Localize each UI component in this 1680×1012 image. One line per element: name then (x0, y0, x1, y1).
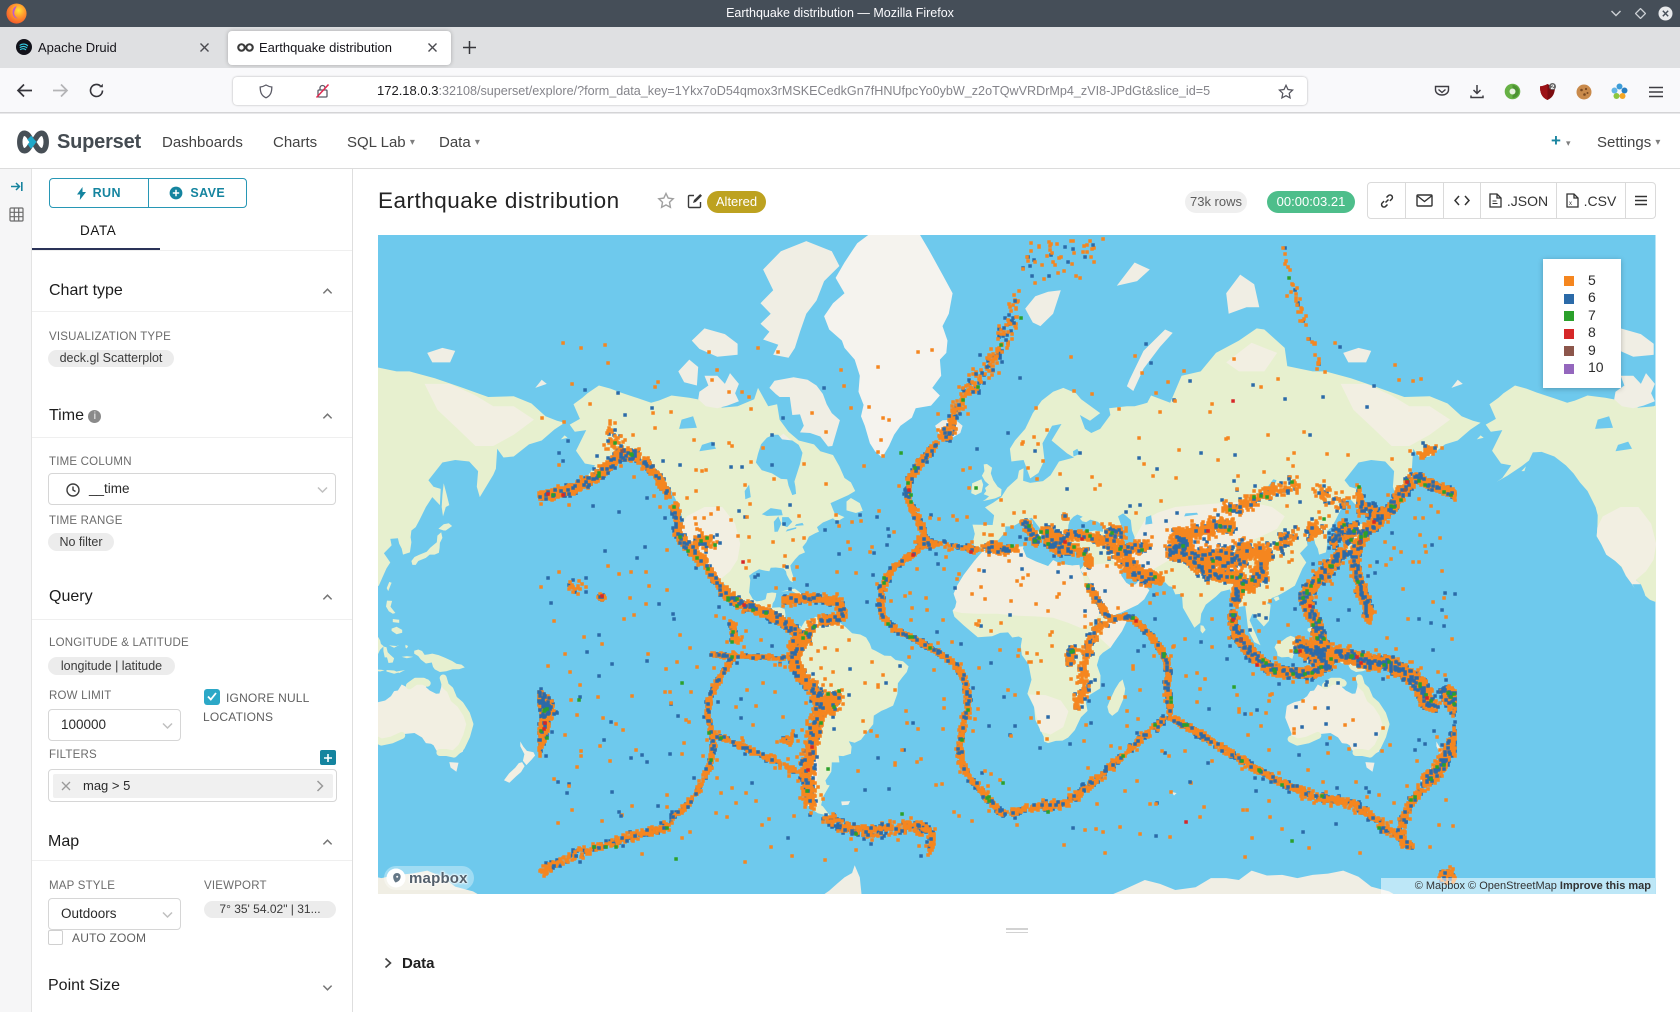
svg-text:2: 2 (1551, 84, 1555, 91)
svg-text:x: x (1569, 201, 1572, 207)
